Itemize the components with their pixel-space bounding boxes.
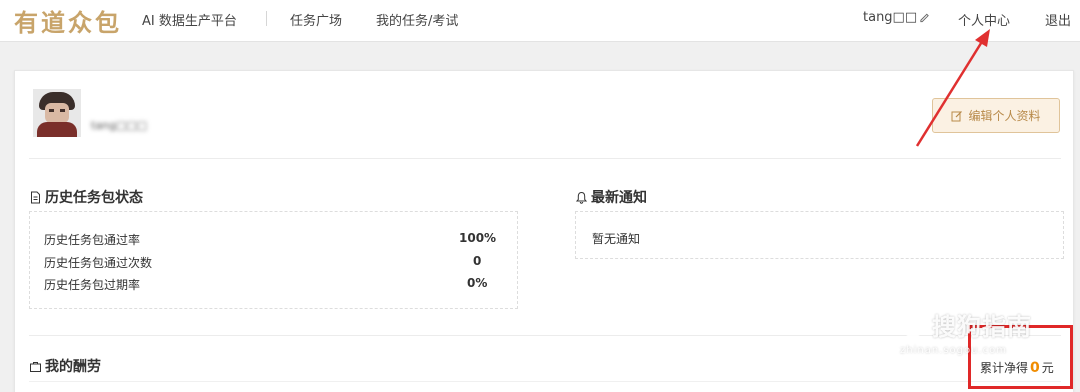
profile-card: tang□□□ 编辑个人资料 历史任务包状态 历史任务包通过率 100% 历史任… — [14, 70, 1074, 392]
divider — [29, 158, 1061, 159]
reward-title: 我的酬劳 — [29, 356, 101, 376]
history-title: 历史任务包状态 — [29, 187, 143, 207]
stat-pass-rate-value: 100% — [459, 231, 497, 245]
stat-pass-count-label: 历史任务包通过次数 — [44, 256, 153, 270]
history-box: 历史任务包通过率 100% 历史任务包通过次数 0 历史任务包过期率 0% — [29, 211, 518, 309]
briefcase-icon — [30, 361, 41, 372]
nav-task-square[interactable]: 任务广场 — [290, 10, 342, 29]
notice-title: 最新通知 — [575, 187, 647, 207]
nav-my-tasks[interactable]: 我的任务/考试 — [376, 10, 458, 29]
stat-pass-rate-label: 历史任务包通过率 — [44, 233, 141, 247]
user-menu[interactable]: tang□□ — [863, 10, 930, 25]
reward-title-text: 我的酬劳 — [45, 359, 101, 375]
nav-logout[interactable]: 退出 — [1045, 10, 1071, 29]
avatar — [33, 89, 81, 137]
stat-expire-rate-label: 历史任务包过期率 — [44, 278, 141, 292]
highlight-box — [968, 325, 1073, 389]
notice-box: 暂无通知 — [575, 211, 1064, 259]
edit-icon — [951, 110, 963, 121]
edit-profile-button[interactable]: 编辑个人资料 — [932, 98, 1060, 133]
notice-empty-text: 暂无通知 — [592, 232, 641, 246]
edit-pencil-icon — [920, 13, 929, 23]
history-title-text: 历史任务包状态 — [45, 190, 143, 206]
stat-pass-count-value: 0 — [473, 254, 482, 268]
divider — [29, 381, 1061, 382]
nav-platform[interactable]: AI 数据生产平台 — [142, 10, 237, 29]
document-icon — [31, 191, 40, 203]
nav-divider — [266, 11, 267, 26]
edit-profile-label: 编辑个人资料 — [968, 109, 1041, 123]
divider — [29, 335, 1061, 336]
nav-personal-center[interactable]: 个人中心 — [958, 10, 1010, 29]
stat-expire-rate-value: 0% — [467, 276, 488, 290]
logo[interactable]: 有道众包 — [14, 3, 122, 38]
bell-icon — [575, 191, 588, 204]
notice-title-text: 最新通知 — [591, 190, 647, 206]
user-menu-name: tang□□ — [863, 10, 918, 25]
top-nav: 有道众包 AI 数据生产平台 任务广场 我的任务/考试 tang□□ 个人中心 … — [0, 0, 1080, 42]
profile-username: tang□□□ — [91, 119, 148, 132]
